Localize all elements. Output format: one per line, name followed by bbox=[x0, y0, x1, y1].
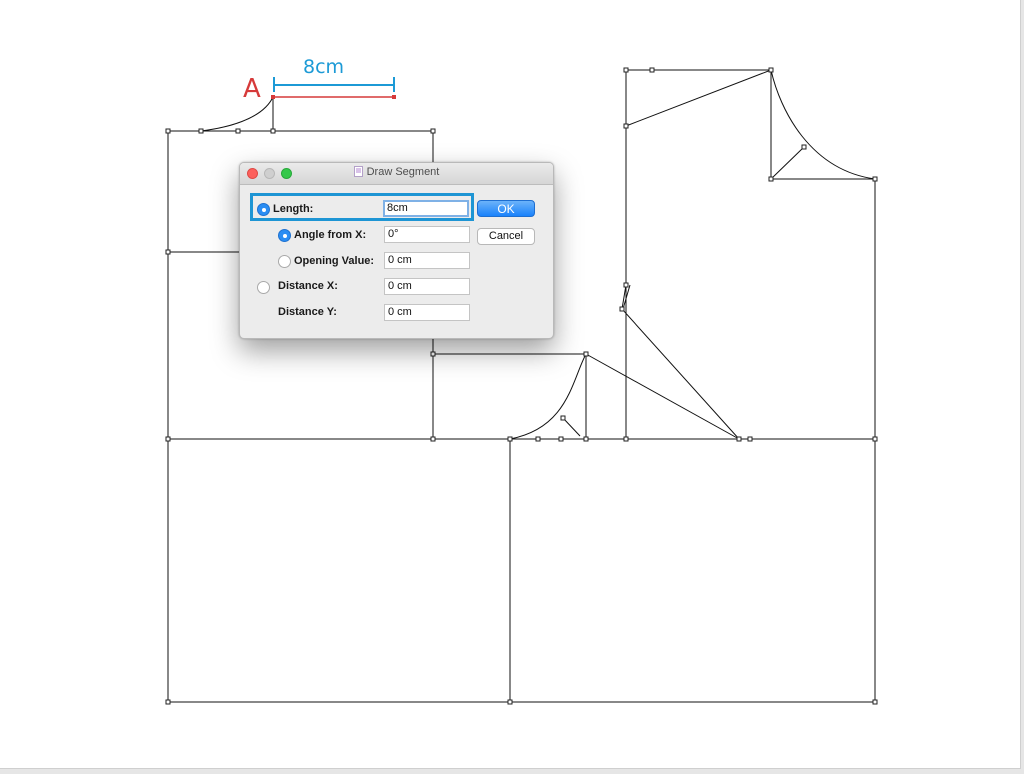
control-point bbox=[619, 306, 625, 312]
neck-curve-right bbox=[770, 69, 876, 180]
dimension-label: 8cm bbox=[303, 56, 345, 78]
ok-button[interactable]: OK bbox=[477, 200, 535, 217]
point-a-label: A bbox=[243, 74, 261, 104]
control-point bbox=[507, 436, 513, 442]
pattern-line bbox=[433, 353, 587, 439]
pattern-line bbox=[625, 69, 772, 127]
control-point bbox=[165, 699, 171, 705]
control-point bbox=[649, 67, 655, 73]
control-point bbox=[430, 436, 436, 442]
segment-end-marker bbox=[392, 95, 396, 99]
control-point bbox=[623, 67, 629, 73]
control-point bbox=[198, 128, 204, 134]
neck-curve bbox=[200, 96, 274, 132]
length-radio[interactable] bbox=[257, 203, 270, 216]
pattern-line bbox=[562, 417, 581, 437]
control-point bbox=[583, 436, 589, 442]
control-point bbox=[535, 436, 541, 442]
control-point bbox=[801, 144, 807, 150]
cancel-button[interactable]: Cancel bbox=[477, 228, 535, 245]
opening-value-radio[interactable] bbox=[278, 255, 291, 268]
control-point bbox=[165, 249, 171, 255]
control-point bbox=[623, 436, 629, 442]
control-point bbox=[430, 351, 436, 357]
angle-from-x-label: Angle from X: bbox=[294, 229, 367, 241]
pattern-line bbox=[626, 69, 876, 439]
opening-value-label: Opening Value: bbox=[294, 255, 375, 267]
control-point bbox=[623, 123, 629, 129]
dialog-title-wrap: Draw Segment bbox=[240, 166, 553, 178]
control-point bbox=[507, 699, 513, 705]
control-point bbox=[430, 128, 436, 134]
control-point bbox=[872, 176, 878, 182]
distance-y-input[interactable]: 0 cm bbox=[384, 304, 470, 321]
document-icon bbox=[353, 166, 363, 177]
point-a-marker bbox=[271, 95, 275, 99]
dialog-title: Draw Segment bbox=[366, 166, 440, 178]
control-point bbox=[583, 351, 589, 357]
control-point bbox=[165, 128, 171, 134]
control-point bbox=[558, 436, 564, 442]
distance-x-label: Distance X: bbox=[278, 280, 338, 292]
pattern-drawing bbox=[165, 67, 878, 705]
distance-y-label: Distance Y: bbox=[278, 306, 337, 318]
pattern-line bbox=[621, 230, 740, 440]
length-label: Length: bbox=[273, 203, 314, 215]
control-point bbox=[165, 436, 171, 442]
distance-x-radio[interactable] bbox=[257, 281, 270, 294]
draw-segment-dialog: Draw Segment Length: 8cm Angle from X: 0… bbox=[239, 162, 554, 339]
control-point bbox=[623, 282, 629, 288]
control-point bbox=[768, 176, 774, 182]
pattern-line bbox=[585, 353, 740, 440]
control-point bbox=[747, 436, 753, 442]
control-point bbox=[768, 67, 774, 73]
control-point bbox=[560, 415, 566, 421]
pattern-line bbox=[770, 146, 805, 180]
control-point bbox=[736, 436, 742, 442]
angle-from-x-input[interactable]: 0° bbox=[384, 226, 470, 243]
pattern-line bbox=[509, 439, 876, 703]
control-point bbox=[235, 128, 241, 134]
distance-x-input[interactable]: 0 cm bbox=[384, 278, 470, 295]
control-point bbox=[872, 436, 878, 442]
angle-from-x-radio[interactable] bbox=[278, 229, 291, 242]
control-point bbox=[872, 699, 878, 705]
armhole-curve bbox=[509, 353, 587, 440]
drawing-canvas[interactable]: A 8cm bbox=[0, 0, 1021, 769]
control-point bbox=[270, 128, 276, 134]
length-input[interactable]: 8cm bbox=[383, 200, 469, 217]
dialog-titlebar[interactable]: Draw Segment bbox=[240, 163, 553, 185]
opening-value-input[interactable]: 0 cm bbox=[384, 252, 470, 269]
